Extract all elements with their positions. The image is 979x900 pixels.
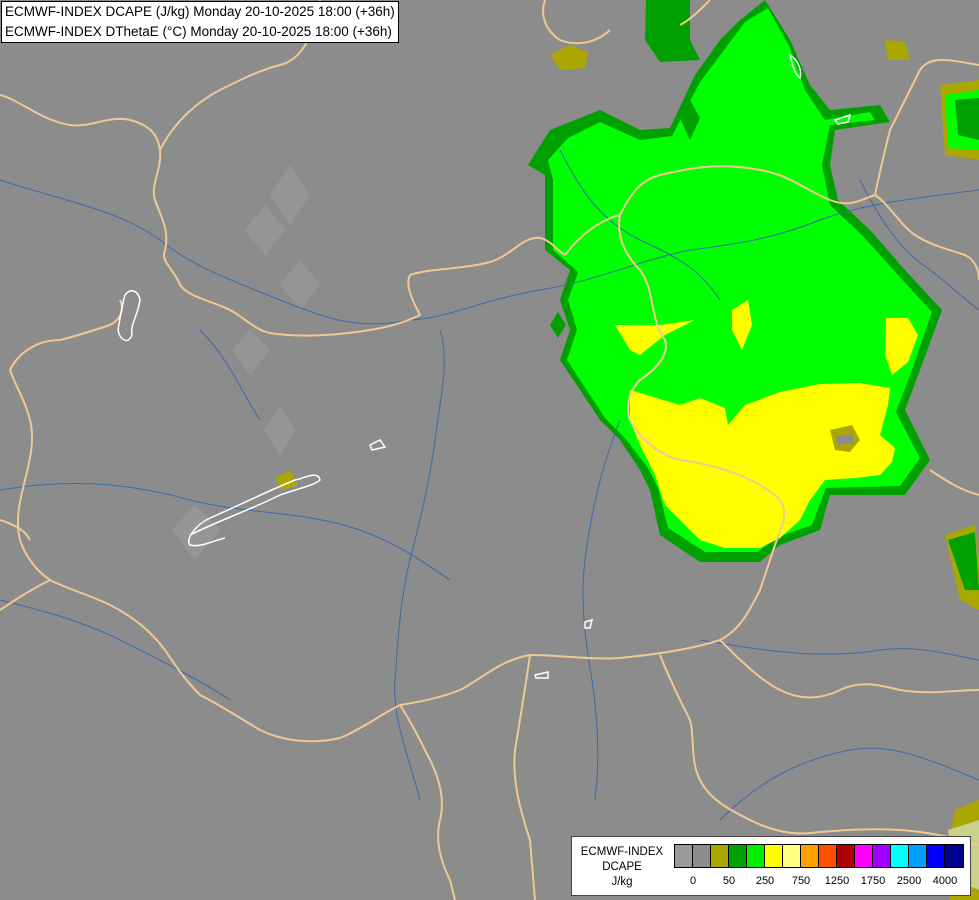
title-dcape: ECMWF-INDEX DCAPE (J/kg) Monday 20-10-20…	[5, 4, 395, 19]
legend-swatch	[837, 845, 855, 867]
forecast-map	[0, 0, 979, 900]
legend-swatch	[873, 845, 891, 867]
legend-title: ECMWF-INDEX DCAPE J/kg	[574, 845, 670, 890]
legend-swatch	[801, 845, 819, 867]
legend-tick-label: 1750	[860, 875, 886, 887]
legend-swatch	[783, 845, 801, 867]
legend-swatch	[711, 845, 729, 867]
legend-swatch	[819, 845, 837, 867]
legend-swatches	[674, 844, 964, 868]
legend-title-variable: DCAPE	[602, 861, 642, 873]
legend-swatch	[891, 845, 909, 867]
legend-swatch	[747, 845, 765, 867]
legend-tick-label: 750	[791, 875, 811, 887]
color-legend: ECMWF-INDEX DCAPE J/kg 0 50 250 750 1250 1750…	[571, 836, 971, 896]
map-title-box: ECMWF-INDEX DCAPE (J/kg) Monday 20-10-20…	[1, 1, 399, 43]
legend-tick-label: 1250	[824, 875, 850, 887]
legend-tick-label: 2500	[896, 875, 922, 887]
legend-title-source: ECMWF-INDEX	[580, 846, 664, 858]
legend-swatch	[675, 845, 693, 867]
legend-swatch	[765, 845, 783, 867]
legend-swatch	[945, 845, 963, 867]
legend-tick-label: 250	[755, 875, 775, 887]
legend-swatch	[927, 845, 945, 867]
legend-tick-label: 50	[722, 875, 736, 887]
legend-swatch	[693, 845, 711, 867]
legend-swatch	[855, 845, 873, 867]
legend-title-unit: J/kg	[611, 876, 633, 888]
legend-swatch	[909, 845, 927, 867]
title-dthetae: ECMWF-INDEX DThetaE (°C) Monday 20-10-20…	[5, 24, 392, 39]
legend-tick-label: 0	[689, 875, 697, 887]
legend-tick-label: 4000	[932, 875, 958, 887]
legend-swatch	[729, 845, 747, 867]
